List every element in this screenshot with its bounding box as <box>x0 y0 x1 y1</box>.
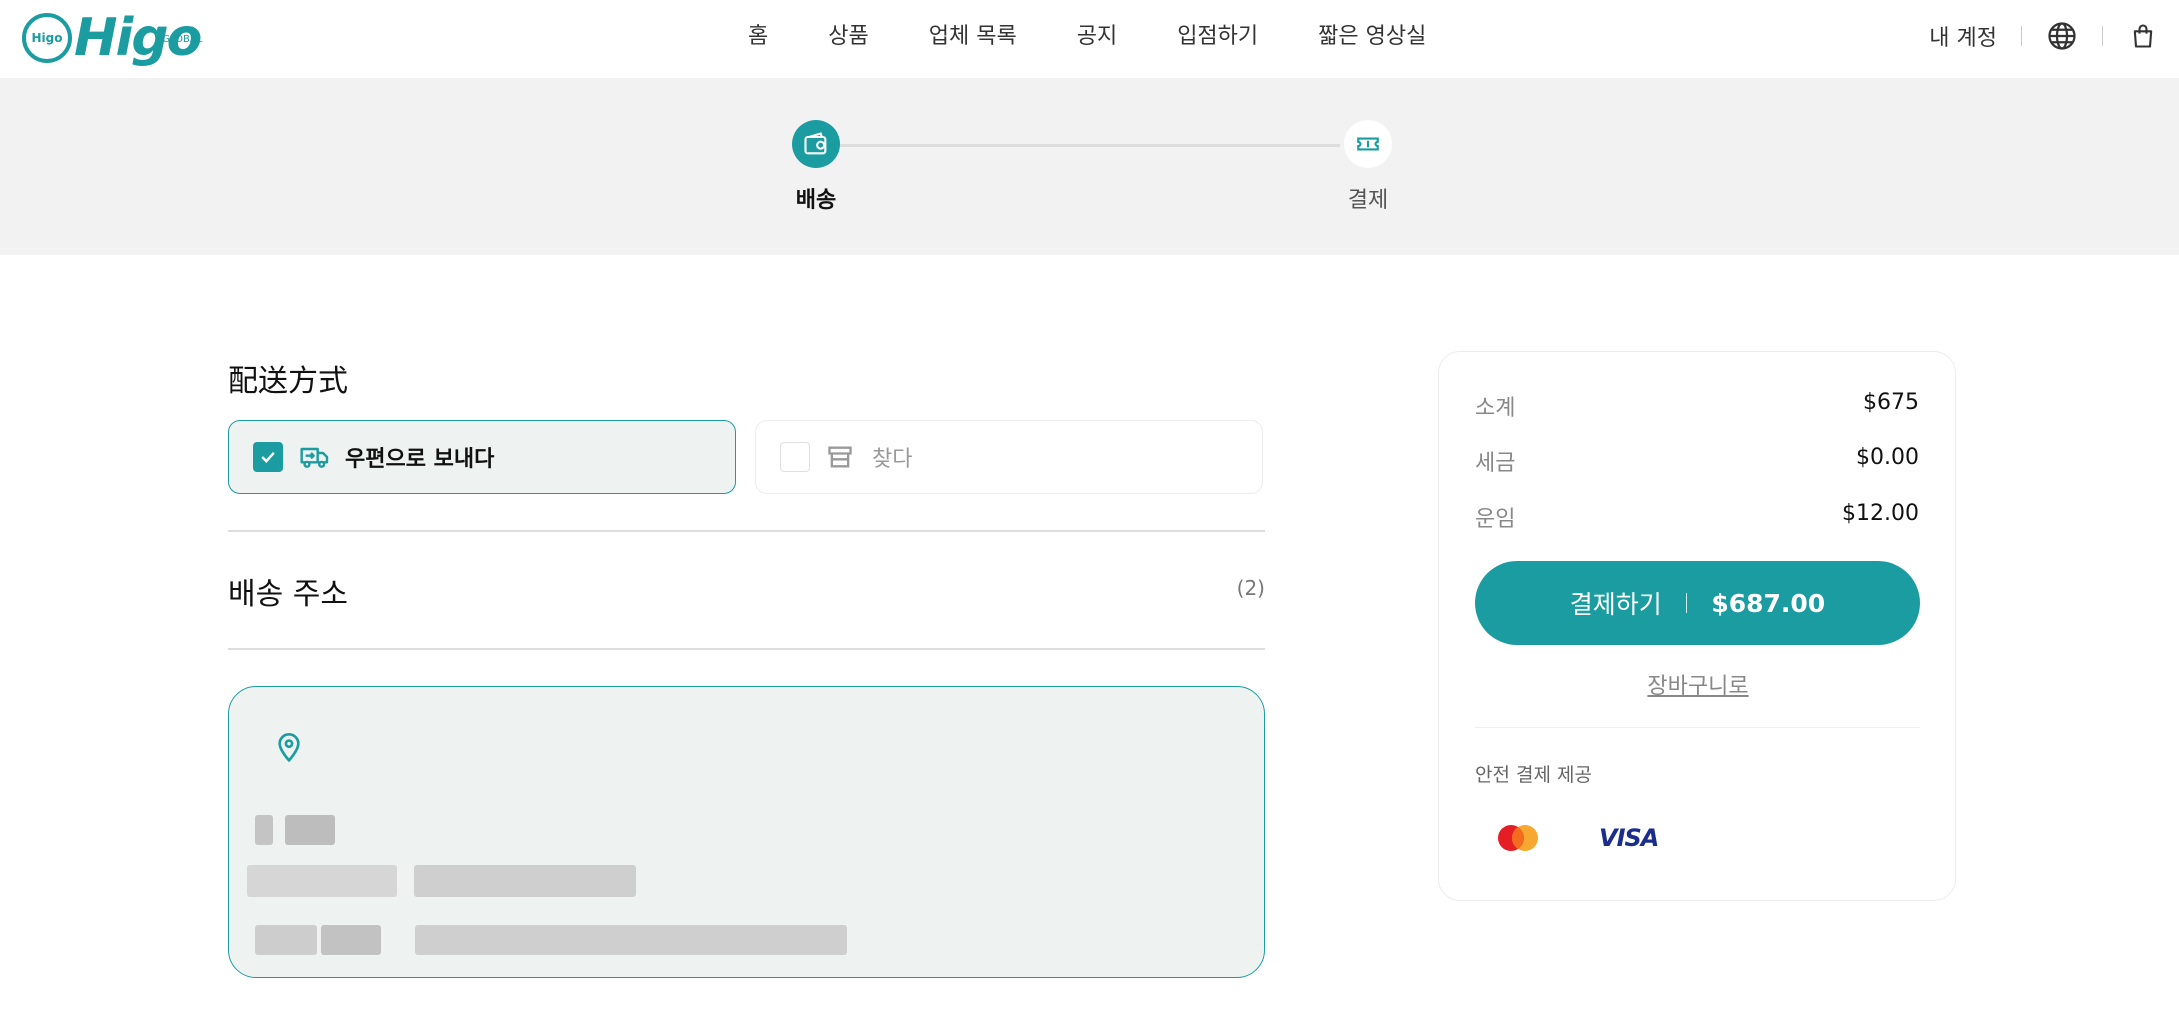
checkbox-checked[interactable] <box>253 442 283 472</box>
redacted-address <box>415 925 847 955</box>
order-summary: 소계 $675 세금 $0.00 운임 $12.00 결제하기 $687.00 … <box>1438 351 1956 901</box>
redacted-phone <box>414 865 636 897</box>
shopping-bag-icon[interactable] <box>2127 20 2159 52</box>
nav-join[interactable]: 입점하기 <box>1177 22 1258 52</box>
check-icon <box>261 451 275 463</box>
checkout-button-amount: $687.00 <box>1711 588 1826 618</box>
store-icon <box>826 441 858 473</box>
nav-home[interactable]: 홈 <box>748 22 768 52</box>
summary-row-subtotal: 소계 $675 <box>1475 390 1919 422</box>
shipping-address-title: 배송 주소 <box>228 577 348 612</box>
step-shipping[interactable]: 배송 <box>756 120 876 214</box>
secure-payment-label: 안전 결제 제공 <box>1475 764 1592 786</box>
section-divider <box>228 530 1265 532</box>
step-payment[interactable]: 결제 <box>1308 120 1428 214</box>
back-to-cart-link[interactable]: 장바구니로 <box>1439 668 1957 700</box>
header-divider <box>2102 26 2103 46</box>
shipping-method-title: 配送方式 <box>228 364 348 399</box>
redacted-name <box>285 815 335 845</box>
logo-mark-text: Higo <box>31 31 63 45</box>
step-label: 배송 <box>795 188 837 213</box>
header-divider <box>2021 26 2022 46</box>
step-label: 결제 <box>1347 188 1389 213</box>
nav-products[interactable]: 상품 <box>828 22 868 52</box>
section-divider <box>228 648 1265 650</box>
summary-value: $0.00 <box>1856 445 1919 470</box>
redacted-phone <box>247 865 397 897</box>
summary-label: 소계 <box>1475 396 1516 421</box>
globe-icon[interactable] <box>2046 20 2078 52</box>
map-pin-icon <box>273 731 305 767</box>
summary-label: 세금 <box>1475 451 1516 476</box>
wallet-icon <box>792 120 840 168</box>
summary-divider <box>1475 727 1920 728</box>
step-connector <box>840 144 1340 147</box>
logo-globe-icon: Higo <box>22 13 72 63</box>
redacted-name <box>255 815 273 845</box>
checkout-steps: 배송 결제 <box>0 78 2179 255</box>
main-nav: 홈 상품 업체 목록 공지 입점하기 짧은 영상실 <box>748 22 1426 52</box>
top-header: Higo Higo GLOBAL 홈 상품 업체 목록 공지 입점하기 짧은 영… <box>0 0 2179 78</box>
summary-value: $12.00 <box>1842 501 1919 526</box>
method-label: 우편으로 보내다 <box>345 447 495 472</box>
checkout-button-label: 결제하기 <box>1569 590 1662 619</box>
nav-notices[interactable]: 공지 <box>1077 22 1117 52</box>
method-post[interactable]: 우편으로 보내다 <box>228 420 736 494</box>
redacted-address <box>321 925 381 955</box>
method-label: 찾다 <box>872 447 913 472</box>
logo-subtext: GLOBAL <box>162 34 203 45</box>
higo-logo[interactable]: Higo Higo GLOBAL <box>22 10 203 66</box>
address-card[interactable] <box>228 686 1265 978</box>
summary-row-tax: 세금 $0.00 <box>1475 445 1919 477</box>
ticket-icon <box>1344 120 1392 168</box>
summary-label: 운임 <box>1475 507 1516 532</box>
my-account-link[interactable]: 내 계정 <box>1929 20 1997 52</box>
redacted-address <box>255 925 317 955</box>
checkout-button[interactable]: 결제하기 $687.00 <box>1475 561 1920 645</box>
header-actions: 내 계정 <box>1929 18 2159 54</box>
nav-vendors[interactable]: 업체 목록 <box>929 22 1017 52</box>
visa-text: VISA <box>1599 824 1659 852</box>
address-count: (2) <box>1236 576 1265 600</box>
truck-icon <box>299 441 331 473</box>
summary-row-shipping: 운임 $12.00 <box>1475 501 1919 533</box>
nav-short-videos[interactable]: 짧은 영상실 <box>1318 22 1426 52</box>
visa-icon: VISA <box>1599 818 1659 858</box>
checkout-button-divider <box>1685 593 1688 613</box>
method-pickup[interactable]: 찾다 <box>755 420 1263 494</box>
summary-value: $675 <box>1863 390 1919 415</box>
mastercard-icon <box>1493 818 1543 858</box>
checkbox-unchecked[interactable] <box>780 442 810 472</box>
logo-wordmark: Higo GLOBAL <box>74 10 203 66</box>
